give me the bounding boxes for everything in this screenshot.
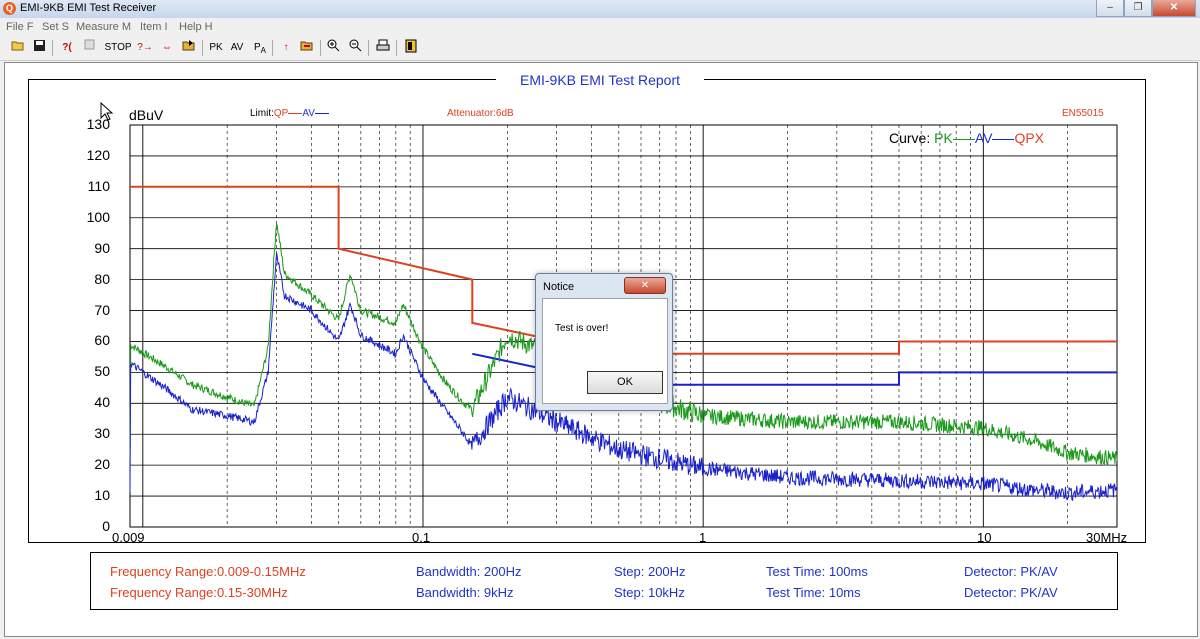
limit-av-swatch (314, 112, 329, 114)
y-tick-label: 10 (94, 487, 110, 504)
y-tick-label: 100 (86, 208, 110, 225)
curve-pk-swatch (952, 138, 975, 140)
curve-qp-label: QPX (1014, 130, 1045, 146)
y-tick-label: 30 (94, 425, 110, 442)
notice-dialog: Notice ✕ Test is over! OK (535, 273, 673, 411)
dialog-title: Notice (543, 281, 575, 293)
detector-2: Detector: PK/AV (964, 585, 1058, 600)
dialog-body: Test is over! OK (542, 298, 668, 404)
test-info-box (90, 552, 1118, 610)
x-tick-label: 10 (977, 530, 992, 545)
curve-legend: Curve: PK AV QPX (889, 130, 1044, 146)
bandwidth-1: Bandwidth: 200Hz (416, 564, 522, 579)
test-time-2: Test Time: 10ms (766, 585, 861, 600)
mouse-cursor-icon (100, 102, 114, 121)
attenuator-label: Attenuator:6dB (447, 108, 514, 119)
limit-label: Limit: (250, 108, 274, 119)
y-tick-label: 50 (94, 363, 110, 380)
x-tick-label: 30MHz (1086, 530, 1128, 545)
step-2: Step: 10kHz (614, 585, 685, 600)
limit-av-label: AV (302, 108, 315, 119)
curve-label: Curve: (889, 130, 931, 146)
curve-av-label: AV (974, 130, 993, 146)
y-tick-label: 0 (102, 518, 110, 534)
dialog-message: Test is over! (555, 323, 609, 334)
bandwidth-2: Bandwidth: 9kHz (416, 585, 514, 600)
test-time-1: Test Time: 100ms (766, 564, 868, 579)
curve-pk-label: PK (934, 130, 953, 146)
limit-legend: Limit:QP AV (250, 108, 329, 119)
close-icon: ✕ (640, 280, 650, 291)
y-tick-label: 20 (94, 456, 110, 473)
y-tick-label: 110 (87, 177, 110, 194)
limit-qp-swatch (288, 112, 303, 114)
y-tick-label: 60 (94, 332, 110, 349)
y-tick-label: 80 (94, 270, 110, 287)
step-1: Step: 200Hz (614, 564, 686, 579)
y-unit-label: dBuV (129, 107, 164, 123)
freq-range-1: Frequency Range:0.009-0.15MHz (110, 564, 306, 579)
x-tick-label: 1 (699, 530, 707, 545)
x-tick-label: 0.1 (412, 530, 431, 545)
freq-range-2: Frequency Range:0.15-30MHz (110, 585, 288, 600)
y-tick-label: 70 (94, 301, 110, 318)
y-tick-label: 90 (94, 239, 110, 256)
standard-label: EN55015 (1062, 108, 1104, 119)
y-tick-label: 120 (86, 146, 110, 163)
curve-av-swatch (992, 138, 1015, 140)
x-tick-label: 0.009 (112, 530, 145, 545)
limit-qp-label: QP (273, 108, 289, 119)
ok-button[interactable]: OK (587, 371, 663, 394)
dialog-close-button[interactable]: ✕ (624, 277, 666, 294)
y-tick-label: 40 (94, 394, 110, 411)
detector-1: Detector: PK/AV (964, 564, 1058, 579)
